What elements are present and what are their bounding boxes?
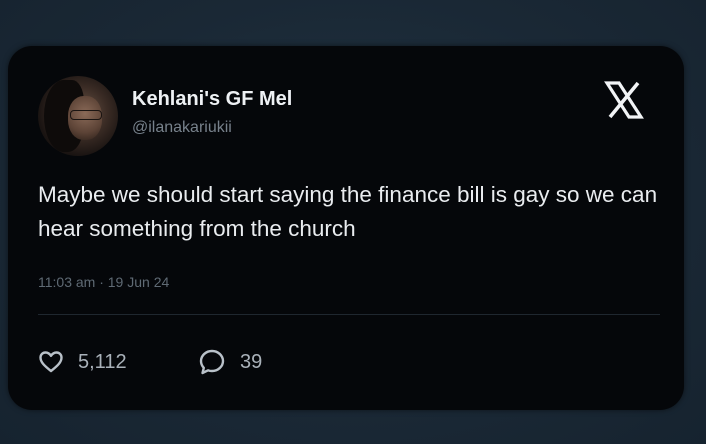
- author-name[interactable]: Kehlani's GF Mel: [132, 88, 292, 111]
- like-count: 5,112: [78, 350, 127, 373]
- speech-bubble-icon: [199, 349, 225, 375]
- avatar[interactable]: [38, 76, 118, 156]
- author-handle[interactable]: @ilanakariukii: [132, 119, 232, 137]
- tweet-card: Kehlani's GF Mel @ilanakariukii Maybe we…: [8, 46, 684, 410]
- tweet-text: Maybe we should start saying the finance…: [38, 182, 658, 241]
- reply-count: 39: [240, 350, 263, 373]
- like-button[interactable]: 5,112: [38, 347, 127, 377]
- x-logo-icon: [604, 81, 644, 119]
- reply-button[interactable]: 39: [198, 347, 262, 377]
- heart-icon: [39, 351, 63, 373]
- avatar-glasses: [70, 110, 102, 120]
- divider: [38, 314, 660, 315]
- tweet-timestamp[interactable]: 11:03 am · 19 Jun 24: [38, 274, 169, 290]
